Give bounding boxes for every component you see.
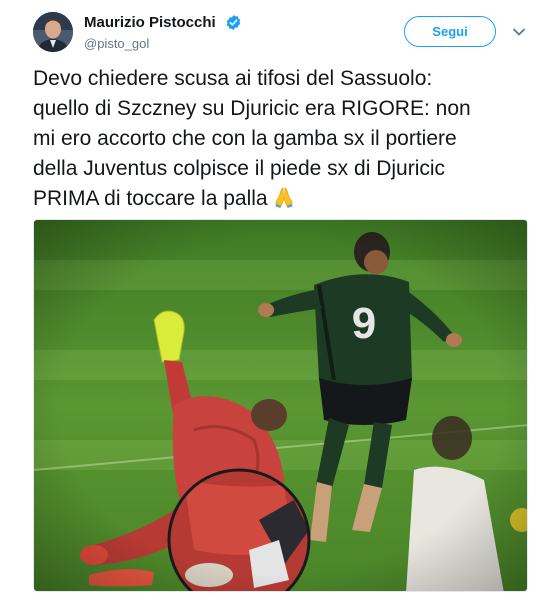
tweet-line: della Juventus colpisce il piede sx di D… — [33, 157, 446, 180]
folded-hands-icon — [275, 187, 293, 208]
tweet-line: mi ero accorto che con la gamba sx il po… — [33, 127, 457, 150]
follow-button[interactable]: Segui — [404, 16, 496, 47]
avatar[interactable] — [33, 12, 73, 52]
author-handle[interactable]: @pisto_gol — [84, 36, 149, 51]
tweet-line: Devo chiedere scusa ai tifosi del Sassuo… — [33, 67, 433, 90]
chevron-down-icon[interactable] — [512, 25, 526, 39]
author-name[interactable]: Maurizio Pistocchi — [84, 14, 216, 31]
tweet-line: PRIMA di toccare la palla — [33, 184, 533, 214]
tweet-line-text: PRIMA di toccare la palla — [33, 187, 268, 210]
tweet-media-image[interactable]: 9 — [33, 219, 528, 592]
tweet-header: Maurizio Pistocchi @pisto_gol Segui — [0, 0, 555, 62]
verified-badge-icon — [226, 15, 241, 30]
tweet-line: quello di Szczney su Djuricic era RIGORE… — [33, 97, 471, 120]
tweet-text: Devo chiedere scusa ai tifosi del Sassuo… — [33, 64, 533, 214]
